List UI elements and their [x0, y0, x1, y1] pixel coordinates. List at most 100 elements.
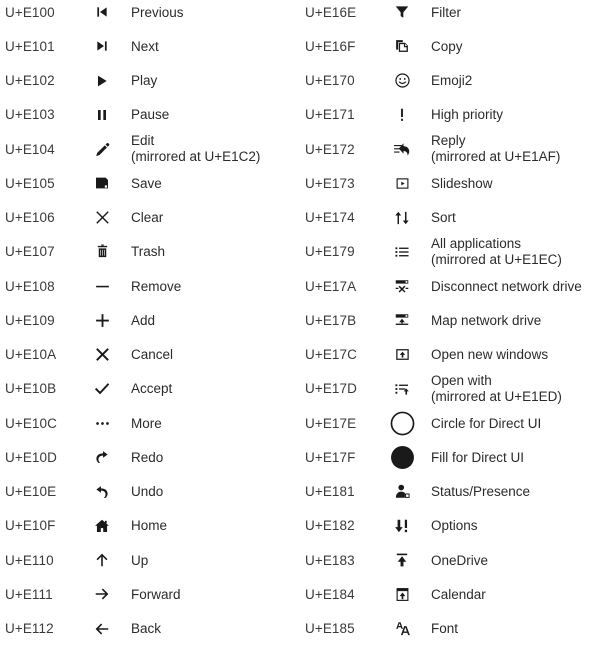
- icon-label-primary: Previous: [131, 4, 184, 20]
- icon-codepoint: U+E179: [305, 244, 355, 260]
- icon-label-mirror-note: (mirrored at U+E1C2): [131, 149, 261, 164]
- icon-table-column-right: U+E16E Filter U+E16F Copy U+E170 Emoji2 U+E171…: [300, 0, 600, 646]
- icon-table-row: U+E16E Filter: [300, 0, 600, 29]
- icon-label: Circle for Direct UI: [426, 416, 600, 431]
- icon-label: Open new windows: [426, 347, 600, 362]
- icon-codepoint: U+E170: [305, 73, 355, 88]
- icon-label-mirror-note: (mirrored at U+E1ED): [431, 388, 562, 404]
- icon-label-primary: All applications: [431, 235, 522, 251]
- icon-label-primary: Cancel: [131, 347, 174, 362]
- accept-check-icon: [78, 380, 126, 398]
- icon-label-primary: Emoji2: [431, 73, 473, 88]
- icon-label: Undo: [126, 484, 300, 499]
- forward-arrow-icon: [78, 586, 126, 602]
- icon-label-primary: Up: [131, 552, 149, 568]
- next-icon: [78, 38, 126, 54]
- icon-label-primary: Open new windows: [431, 347, 549, 362]
- icon-codepoint: U+E10E: [5, 484, 57, 499]
- icon-label: Map network drive: [426, 313, 600, 328]
- icon-table-row: U+E185 Font: [300, 612, 600, 646]
- high-priority-exclamation-icon: [378, 107, 426, 123]
- icon-label: Next: [126, 39, 300, 54]
- icon-label-primary: Clear: [131, 210, 164, 225]
- open-new-windows-icon: [378, 347, 426, 362]
- calendar-upload-icon: [378, 587, 426, 602]
- icon-table-column-left: U+E100 Previous U+E101 Next U+E102 Play U+E103…: [0, 0, 300, 646]
- emoji2-smiley-icon: [378, 72, 426, 89]
- icon-codepoint: U+E104: [5, 141, 55, 157]
- icon-codepoint: U+E108: [5, 278, 55, 294]
- circle-outline-icon: [378, 411, 426, 436]
- icon-label-primary: Add: [131, 312, 156, 328]
- icon-codepoint: U+E109: [5, 312, 55, 328]
- icon-codepoint: U+E10F: [5, 518, 56, 534]
- filter-funnel-icon: [378, 4, 426, 20]
- edit-pencil-icon: [78, 141, 126, 158]
- icon-label-primary: Accept: [131, 381, 173, 397]
- icon-label: Open with (mirrored at U+E1ED): [426, 373, 600, 405]
- icon-label: Copy: [426, 39, 600, 54]
- icon-label: Forward: [126, 587, 300, 602]
- icon-label-mirror-note: (mirrored at U+E1AF): [431, 149, 561, 164]
- icon-table-row: U+E108 Remove: [0, 269, 300, 303]
- icon-label: Filter: [426, 5, 600, 20]
- icon-codepoint: U+E16F: [305, 38, 356, 54]
- icon-codepoint: U+E100: [5, 4, 55, 20]
- redo-icon: [78, 449, 126, 465]
- icon-label-primary: Next: [131, 38, 159, 54]
- icon-codepoint: U+E173: [305, 175, 355, 191]
- icon-codepoint: U+E107: [5, 244, 55, 260]
- icon-label: High priority: [426, 107, 600, 122]
- icon-label: Pause: [126, 107, 300, 122]
- icon-codepoint: U+E174: [305, 210, 355, 225]
- icon-label: Status/Presence: [426, 484, 600, 499]
- icon-label-primary: Filter: [431, 4, 461, 20]
- icon-table-row: U+E183 OneDrive: [300, 543, 600, 577]
- icon-codepoint: U+E10B: [5, 381, 57, 397]
- trash-icon: [78, 244, 126, 259]
- icon-codepoint: U+E182: [305, 518, 355, 534]
- icon-label-primary: Save: [131, 175, 162, 191]
- icon-table-row: U+E10F Home: [0, 509, 300, 543]
- icon-label-primary: High priority: [431, 107, 504, 123]
- icon-label: Home: [126, 518, 300, 533]
- cancel-x-icon: [78, 346, 126, 363]
- icon-table-row: U+E184 Calendar: [300, 577, 600, 611]
- slideshow-icon: [378, 176, 426, 191]
- save-floppy-icon: [78, 175, 126, 191]
- icon-label-primary: Trash: [131, 244, 166, 260]
- home-icon: [78, 518, 126, 534]
- icon-table-row: U+E104 Edit (mirrored at U+E1C2): [0, 132, 300, 166]
- icon-codepoint: U+E171: [305, 107, 355, 123]
- icon-codepoint: U+E183: [305, 552, 355, 568]
- icon-table-row: U+E10B Accept: [0, 372, 300, 406]
- icon-codepoint: U+E105: [5, 175, 55, 191]
- icon-label: Emoji2: [426, 73, 600, 88]
- all-applications-list-icon: [378, 244, 426, 260]
- icon-label: Add: [126, 313, 300, 328]
- icon-table-row: U+E109 Add: [0, 303, 300, 337]
- icon-label-primary: Open with: [431, 372, 492, 388]
- sort-updown-icon: [378, 210, 426, 226]
- icon-label: Reply (mirrored at U+E1AF): [426, 133, 600, 165]
- icon-table-row: U+E102 Play: [0, 64, 300, 98]
- add-plus-icon: [78, 312, 126, 329]
- icon-codepoint: U+E10D: [5, 449, 58, 465]
- icon-label: Cancel: [126, 347, 300, 362]
- icon-label: All applications (mirrored at U+E1EC): [426, 236, 600, 268]
- icon-label: Disconnect network drive: [426, 279, 600, 294]
- icon-label: More: [126, 416, 300, 431]
- icon-codepoint: U+E10A: [5, 347, 57, 362]
- icon-codepoint: U+E110: [5, 552, 54, 568]
- icon-label: Redo: [126, 450, 300, 465]
- icon-table-row: U+E179 All applications (mirrored at U+E1E…: [300, 235, 600, 269]
- onedrive-upload-icon: [378, 552, 426, 568]
- icon-table-row: U+E103 Pause: [0, 98, 300, 132]
- icon-codepoint: U+E172: [305, 141, 355, 157]
- icon-table-row: U+E10D Redo: [0, 440, 300, 474]
- icon-table-row: U+E182 Options: [300, 509, 600, 543]
- options-down-exclamation-icon: [378, 518, 426, 534]
- icon-table-row: U+E174 Sort: [300, 201, 600, 235]
- icon-codepoint: U+E185: [305, 621, 355, 636]
- icon-table-row: U+E17A Disconnect network drive: [300, 269, 600, 303]
